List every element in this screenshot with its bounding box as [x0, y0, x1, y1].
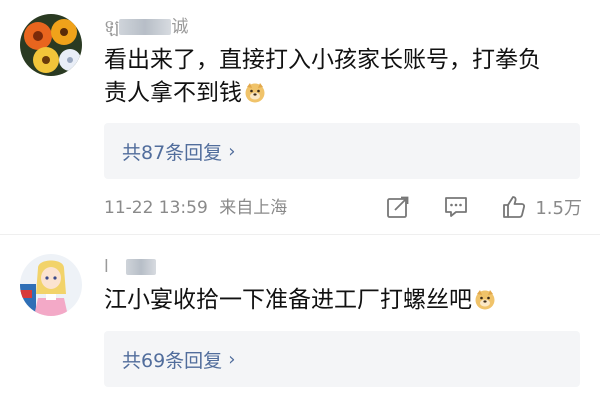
username-blur: [126, 259, 157, 275]
share-icon[interactable]: [385, 194, 411, 220]
username-blur: [119, 19, 172, 35]
timestamp: 11-22 13:59: [104, 198, 208, 218]
view-replies-button[interactable]: 共69条回复 ›: [104, 331, 580, 387]
replies-label: 共69条回复: [122, 349, 223, 372]
replies-label: 共87条回复: [122, 141, 223, 164]
thumbs-up-icon: [503, 196, 526, 218]
comment-text-line: 看出来了，直接打入小孩家长账号，打拳负: [104, 47, 541, 73]
comment-text: 江小宴收拾一下准备进工厂打螺丝吧: [104, 284, 584, 317]
chevron-right-icon: ›: [228, 348, 236, 370]
comment-icon[interactable]: [443, 194, 469, 220]
comment-text-line: 责人拿不到钱: [104, 80, 242, 106]
avatar-flowers[interactable]: [20, 14, 82, 76]
doge-emoji-icon: [475, 290, 495, 310]
username-text-start: ឡ: [104, 17, 120, 37]
comment-actions: 1.5万: [385, 191, 582, 223]
comment-text: 看出来了，直接打入小孩家长账号，打拳负 责人拿不到钱: [104, 44, 584, 110]
comment-username[interactable]: l: [104, 256, 157, 278]
chevron-right-icon: ›: [228, 140, 236, 162]
doge-emoji-icon: [245, 83, 265, 103]
view-replies-button[interactable]: 共87条回复 ›: [104, 123, 580, 179]
username-text-end: 诚: [171, 17, 189, 37]
flower-avatar-image: [20, 14, 82, 76]
comment-text-line: 江小宴收拾一下准备进工厂打螺丝吧: [104, 287, 472, 313]
like-button[interactable]: 1.5万: [501, 194, 582, 220]
comment-username[interactable]: ឡ诚: [104, 16, 188, 38]
like-count: 1.5万: [535, 198, 582, 219]
avatar-anime[interactable]: [20, 254, 82, 316]
anime-avatar-image: [20, 254, 82, 316]
location: 来自上海: [219, 198, 288, 218]
comment-divider: [0, 234, 600, 235]
username-text-start: l: [104, 257, 115, 277]
comment-meta: 11-22 13:59 来自上海: [104, 195, 287, 221]
